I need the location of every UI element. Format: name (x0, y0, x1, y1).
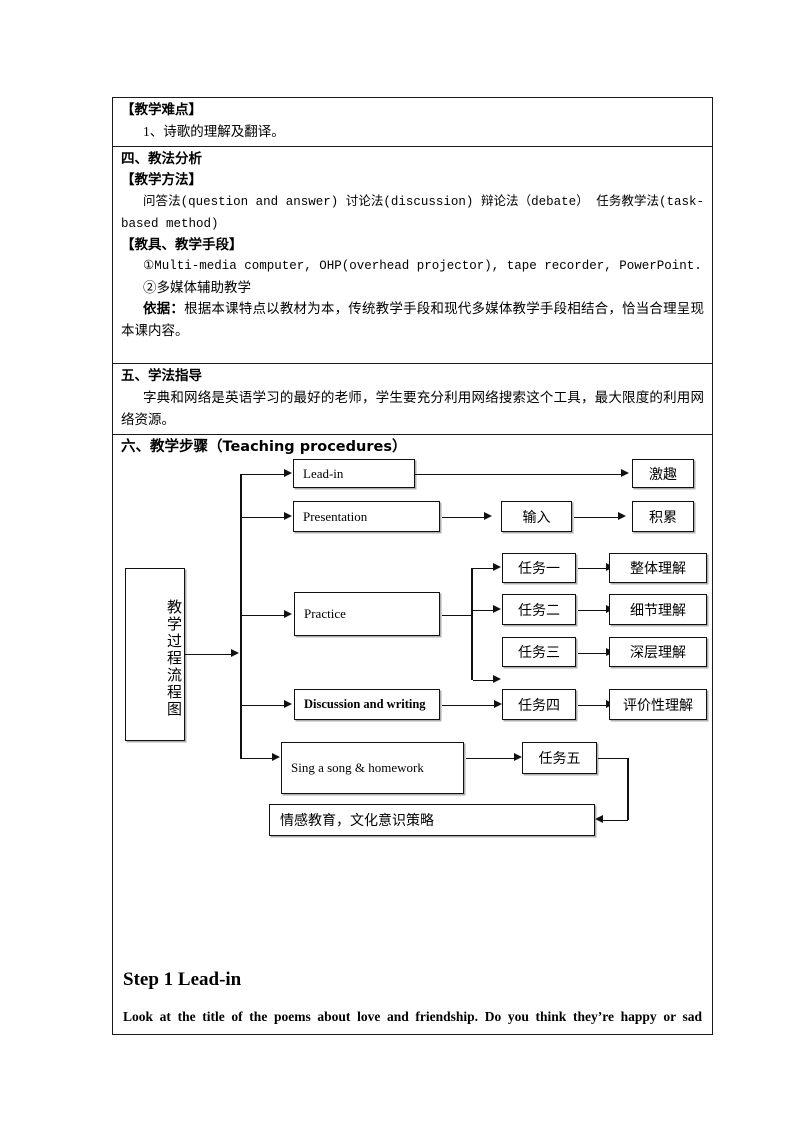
connector-presentation-to-input (442, 516, 486, 519)
arrowhead-accumulate (618, 512, 626, 520)
connector-discussion-to-task4 (442, 704, 496, 707)
procedures-heading: 六、教学步骤（Teaching procedures） (121, 439, 407, 455)
connector-task2-to-detail (578, 609, 608, 612)
connector-root-to-spine (185, 653, 233, 656)
flow-node-task1: 任务一 (502, 553, 576, 583)
flow-node-emotion-education: 情感教育，文化意识策略 (269, 804, 595, 836)
connector-task-bracket (471, 568, 473, 680)
study-guidance-body: 字典和网络是英语学习的最好的老师，学生要充分利用网络搜索这个工具，最大限度的利用… (121, 390, 704, 427)
table-row-method-analysis: 四、教法分析 【教学方法】 问答法(question and answer) 讨… (113, 147, 712, 364)
teaching-basis-paragraph: 依据：根据本课特点以教材为本，传统教学手段和现代多媒体教学手段相结合，恰当合理呈… (121, 298, 704, 342)
connector-spine-to-sing (242, 757, 274, 760)
arrowhead-task2 (493, 605, 501, 613)
teaching-basis-text: 根据本课特点以教材为本，传统教学手段和现代多媒体教学手段相结合，恰当合理呈现本课… (121, 301, 704, 338)
lesson-plan-table: 【教学难点】 1、诗歌的理解及翻译。 四、教法分析 【教学方法】 问答法(que… (112, 97, 713, 1035)
flow-node-evaluative-understanding: 评价性理解 (609, 689, 707, 720)
step-1-body: Look at the title of the poems about lov… (123, 1009, 702, 1024)
arrowhead-root-to-spine (231, 649, 239, 657)
arrowhead-task3 (493, 675, 501, 683)
table-row-study-guidance: 五、学法指导 字典和网络是英语学习的最好的老师，学生要充分利用网络搜索这个工具，… (113, 364, 712, 435)
flow-node-task2: 任务二 (502, 594, 576, 625)
connector-task3-to-deep (578, 652, 608, 655)
flow-node-task3: 任务三 (502, 637, 576, 667)
document-page: 【教学难点】 1、诗歌的理解及翻译。 四、教法分析 【教学方法】 问答法(que… (0, 0, 800, 1132)
flow-node-discussion: Discussion and writing (294, 689, 440, 720)
connector-sing-to-task5 (466, 757, 516, 760)
connector-bracket-to-task2 (473, 609, 495, 612)
arrowhead-discussion (284, 700, 292, 708)
difficulty-body: 1、诗歌的理解及翻译。 (143, 124, 285, 139)
connector-practice-to-bracket (442, 614, 472, 617)
connector-lead-in-to-interest (415, 473, 623, 476)
step-1-title: Step 1 Lead-in (123, 969, 242, 990)
arrowhead-input (484, 512, 492, 520)
teaching-aids-subheading: 【教具、教学手段】 (121, 237, 243, 253)
arrowhead-lead-in (284, 469, 292, 477)
arrowhead-task5 (514, 753, 522, 761)
flow-node-practice: Practice (294, 592, 440, 636)
teaching-process-flowchart: 教学过程流程图 Lead-in 激趣 Presentation 输入 积累 Pr… (121, 458, 707, 953)
teaching-aid-item-1: ①Multi-media computer, OHP(overhead proj… (143, 259, 702, 273)
flow-node-presentation: Presentation (293, 501, 440, 532)
flow-node-task5: 任务五 (522, 742, 597, 774)
teaching-method-list: 问答法(question and answer) 讨论法(discussion)… (121, 195, 704, 231)
flow-node-root: 教学过程流程图 (125, 568, 185, 741)
arrowhead-presentation (284, 512, 292, 520)
study-guidance-heading: 五、学法指导 (121, 368, 202, 384)
connector-task1-to-overall (578, 567, 608, 570)
connector-into-emotion (603, 819, 628, 822)
connector-input-to-accumulate (574, 516, 620, 519)
flow-node-lead-in: Lead-in (293, 459, 415, 488)
flow-node-interest: 激趣 (632, 459, 694, 488)
arrowhead-interest (621, 469, 629, 477)
teaching-aid-item-2: ②多媒体辅助教学 (143, 280, 251, 295)
teaching-method-subheading: 【教学方法】 (121, 172, 202, 188)
connector-task5-right (598, 757, 629, 760)
arrowhead-emotion (595, 815, 603, 823)
connector-task5-down (627, 758, 629, 820)
connector-spine-to-practice (242, 614, 286, 617)
flow-node-accumulate: 积累 (632, 501, 694, 532)
connector-spine-to-presentation (242, 516, 286, 519)
arrowhead-practice (284, 610, 292, 618)
flow-node-detail-understanding: 细节理解 (609, 594, 707, 625)
arrowhead-task1 (493, 563, 501, 571)
table-row-teaching-difficulty: 【教学难点】 1、诗歌的理解及翻译。 (113, 98, 712, 147)
method-analysis-heading: 四、教法分析 (121, 151, 202, 167)
flow-node-overall-understanding: 整体理解 (609, 553, 707, 583)
flow-node-input: 输入 (501, 501, 572, 532)
arrowhead-sing (272, 753, 280, 761)
flow-node-task4: 任务四 (502, 689, 576, 720)
connector-spine-to-discussion (242, 704, 286, 707)
teaching-basis-label: 依据： (143, 301, 185, 317)
flow-node-sing-song-homework: Sing a song & homework (281, 742, 464, 794)
difficulty-heading: 【教学难点】 (121, 102, 202, 118)
table-row-teaching-procedures: 六、教学步骤（Teaching procedures） 教学过程流程图 Lead… (113, 435, 712, 1034)
connector-bracket-to-task1 (473, 567, 495, 570)
connector-bracket-to-task3 (473, 679, 495, 682)
connector-spine-to-lead-in (242, 473, 286, 476)
connector-task4-to-evaluative (578, 704, 608, 707)
flow-node-deep-understanding: 深层理解 (609, 637, 707, 667)
arrowhead-task4 (494, 700, 502, 708)
